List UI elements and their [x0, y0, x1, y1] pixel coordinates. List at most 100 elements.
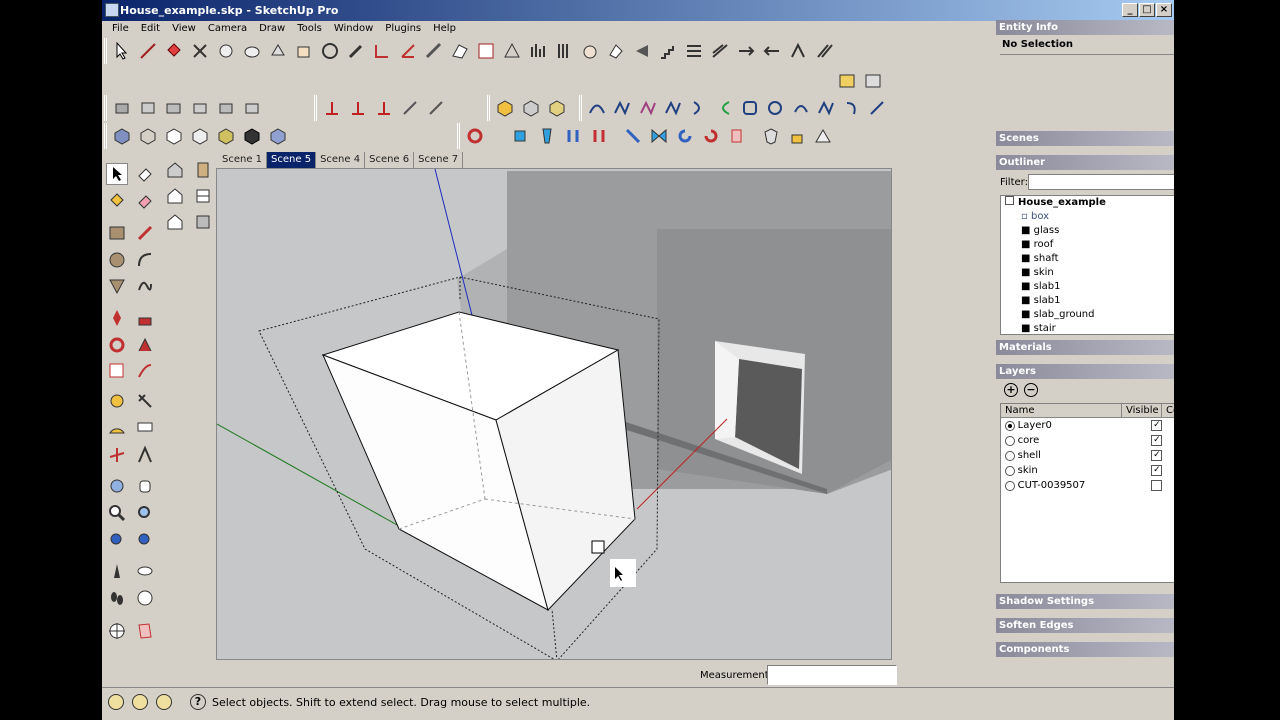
spiral-icon[interactable] — [765, 97, 787, 119]
model-viewport[interactable] — [216, 168, 892, 660]
stairs-icon[interactable] — [657, 40, 679, 62]
paint-icon[interactable] — [106, 190, 128, 212]
materials-panel-title[interactable]: Materials× — [996, 340, 1174, 355]
wireframe-icon[interactable] — [137, 125, 159, 147]
col-visible[interactable]: Visible — [1121, 404, 1161, 417]
signin-icon[interactable] — [156, 694, 172, 710]
push-pull-tool-icon[interactable] — [134, 307, 156, 329]
protractor-icon[interactable] — [106, 417, 128, 439]
mono-icon[interactable] — [241, 125, 263, 147]
angle-icon-2[interactable] — [397, 40, 419, 62]
visible-checkbox[interactable]: ✓ — [1151, 450, 1163, 461]
door-icon[interactable] — [192, 159, 214, 181]
col-color[interactable]: Color — [1161, 404, 1174, 417]
zoom-tool-icon[interactable] — [106, 502, 128, 524]
outliner-item[interactable]: ■ roof — [1001, 238, 1174, 252]
minimize-button[interactable]: _ — [1122, 3, 1138, 17]
follow-me-icon[interactable] — [134, 334, 156, 356]
view-iso-icon[interactable] — [111, 97, 133, 119]
outliner-tree[interactable]: House_example ▫ box ■ glass ■ roof ■ sha… — [1000, 195, 1174, 335]
sandbox-icon[interactable] — [134, 620, 156, 642]
position-camera-icon[interactable] — [106, 560, 128, 582]
arrows-icon[interactable] — [735, 40, 757, 62]
tape-icon-2[interactable] — [425, 97, 447, 119]
xray-icon-2[interactable] — [267, 125, 289, 147]
layer-row[interactable]: skin ✓ — [1001, 463, 1174, 478]
outliner-item[interactable]: ■ glass — [1001, 224, 1174, 238]
axes-tool-icon[interactable] — [106, 444, 128, 466]
move-icon[interactable] — [510, 125, 532, 147]
soften-panel-title[interactable]: Soften Edges× — [996, 618, 1174, 633]
stripes-icon[interactable] — [553, 40, 575, 62]
offset-tool-icon[interactable] — [134, 360, 156, 382]
section-icon-2[interactable] — [862, 70, 884, 92]
shape-icon[interactable] — [605, 40, 627, 62]
scenes-panel-title[interactable]: Scenes× — [996, 131, 1174, 146]
paint-bucket-icon[interactable] — [163, 40, 185, 62]
cloud-icon[interactable] — [241, 40, 263, 62]
gear-icon[interactable] — [215, 40, 237, 62]
zoom-extents-icon[interactable] — [106, 529, 128, 551]
maximize-button[interactable]: □ — [1139, 3, 1155, 17]
pen-icon[interactable] — [345, 40, 367, 62]
curve-icon-2[interactable] — [612, 97, 634, 119]
hand-red-icon[interactable] — [726, 125, 748, 147]
window-icon[interactable] — [192, 185, 214, 207]
bowtie-icon[interactable] — [648, 125, 670, 147]
house-side-icon[interactable] — [164, 211, 186, 233]
lines-icon[interactable] — [709, 40, 731, 62]
view-front-icon[interactable] — [163, 97, 185, 119]
style-texture-icon[interactable] — [546, 97, 568, 119]
section-icon[interactable] — [836, 70, 858, 92]
box-icon[interactable] — [293, 40, 315, 62]
grid-icon[interactable] — [475, 40, 497, 62]
geo-location-icon[interactable] — [108, 694, 124, 710]
line-tool-icon-2[interactable] — [867, 97, 889, 119]
orbit-tool-icon[interactable] — [106, 475, 128, 497]
outliner-item[interactable]: ■ shaft — [1001, 252, 1174, 266]
axes-icon-2[interactable] — [347, 97, 369, 119]
menu-view[interactable]: View — [166, 21, 202, 37]
xray-icon[interactable] — [111, 125, 133, 147]
layer-row[interactable]: CUT-0039507 — [1001, 478, 1174, 493]
menu-edit[interactable]: Edit — [135, 21, 166, 37]
visible-checkbox[interactable]: ✓ — [1151, 435, 1163, 446]
curve-icon-3[interactable] — [637, 97, 659, 119]
axes-icon[interactable] — [321, 97, 343, 119]
stripe-icon[interactable] — [813, 40, 835, 62]
wall-icon[interactable] — [192, 211, 214, 233]
stairs-icon-2[interactable] — [683, 40, 705, 62]
arc-icon-2[interactable] — [790, 97, 812, 119]
filter-input[interactable] — [1028, 174, 1174, 190]
crosshair-icon[interactable] — [106, 620, 128, 642]
orbit-icon[interactable] — [319, 40, 341, 62]
add-layer-icon[interactable]: + — [1004, 383, 1018, 397]
curve-icon-5[interactable] — [688, 97, 710, 119]
angle-icon[interactable] — [371, 40, 393, 62]
measurements-input[interactable] — [767, 665, 897, 685]
shaded-icon[interactable] — [189, 125, 211, 147]
visible-checkbox[interactable]: ✓ — [1151, 420, 1163, 431]
tape-measure-icon[interactable] — [106, 390, 128, 412]
tent-icon[interactable] — [812, 125, 834, 147]
surface-icon[interactable] — [449, 40, 471, 62]
slant-icon[interactable] — [787, 40, 809, 62]
flip-icon[interactable] — [631, 40, 653, 62]
active-layer-radio[interactable] — [1005, 480, 1015, 491]
active-layer-radio[interactable] — [1005, 420, 1015, 431]
outliner-item[interactable]: ■ skin — [1001, 266, 1174, 280]
push-pull-icon[interactable] — [267, 40, 289, 62]
menu-window[interactable]: Window — [328, 21, 379, 37]
text-tool-icon[interactable] — [134, 417, 156, 439]
select-tool-icon[interactable] — [111, 40, 133, 62]
hook-icon[interactable] — [841, 97, 863, 119]
shield-icon[interactable] — [760, 125, 782, 147]
hand-icon[interactable] — [579, 40, 601, 62]
active-layer-radio[interactable] — [1005, 435, 1015, 446]
rotate-left-icon[interactable] — [674, 125, 696, 147]
layer-row[interactable]: shell ✓ — [1001, 448, 1174, 463]
visible-checkbox[interactable] — [1151, 480, 1163, 491]
menu-plugins[interactable]: Plugins — [379, 21, 427, 37]
previous-view-icon[interactable] — [134, 529, 156, 551]
outliner-item[interactable]: ■ slab1 — [1001, 294, 1174, 308]
